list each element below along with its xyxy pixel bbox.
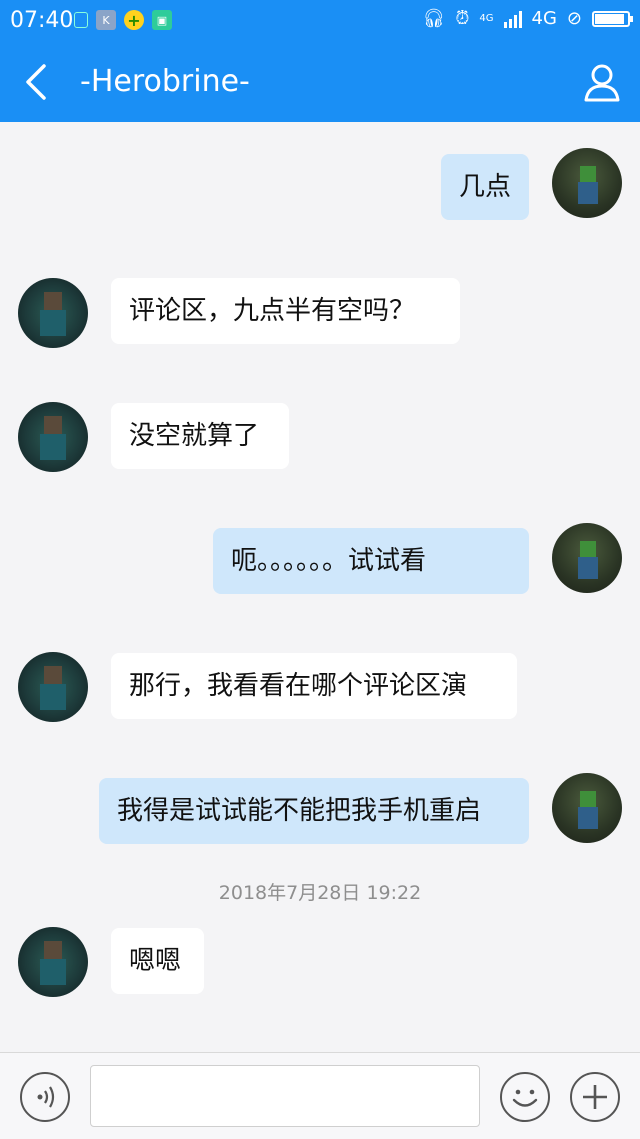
battery-icon <box>592 10 633 27</box>
chat-header: -Herobrine- <box>0 44 640 122</box>
back-arrow-icon[interactable] <box>20 62 60 102</box>
screenshot-icon: ▣ <box>152 10 172 30</box>
message-list[interactable]: 几点 评论区，九点半有空吗？ 没空就算了 呃。。。。。。试试看 那行，我看看在哪… <box>0 122 640 1052</box>
message-timestamp: 2018年7月28日 19:22 <box>218 882 422 904</box>
chat-title: -Herobrine- <box>80 64 250 99</box>
my-avatar[interactable] <box>552 523 622 593</box>
emoji-button[interactable] <box>500 1072 550 1122</box>
plus-icon <box>583 1085 607 1109</box>
plus-app-icon: + <box>124 10 144 30</box>
do-not-disturb-icon: ⊘ <box>566 8 582 29</box>
k-app-icon: K <box>96 10 116 30</box>
contact-avatar[interactable] <box>18 278 88 348</box>
small-network-label: 4G <box>479 13 494 24</box>
voice-icon <box>37 1086 55 1108</box>
system-icons: 🎧︎ ⏰︎ 4G 4G ⊘ <box>422 8 633 29</box>
message-bubble[interactable]: 我得是试试能不能把我手机重启 <box>99 778 529 844</box>
network-label: 4G <box>531 8 557 29</box>
contact-avatar[interactable] <box>18 652 88 722</box>
message-bubble[interactable]: 评论区，九点半有空吗？ <box>111 278 460 344</box>
my-avatar[interactable] <box>552 148 622 218</box>
voice-button[interactable] <box>20 1072 70 1122</box>
input-bar <box>0 1052 640 1139</box>
message-bubble[interactable]: 呃。。。。。。试试看 <box>213 528 529 594</box>
message-bubble[interactable]: 那行，我看看在哪个评论区演 <box>111 653 517 719</box>
contact-avatar[interactable] <box>18 927 88 997</box>
message-bubble[interactable]: 没空就算了 <box>111 403 289 469</box>
profile-icon[interactable] <box>582 62 622 102</box>
smiley-icon <box>512 1089 538 1107</box>
message-bubble[interactable]: 嗯嗯 <box>111 928 204 994</box>
notification-icons: K + ▣ <box>74 10 172 30</box>
contact-avatar[interactable] <box>18 402 88 472</box>
sim-icon <box>74 12 88 28</box>
status-time: 07:40 <box>10 8 74 33</box>
signal-icon <box>503 10 522 28</box>
alarm-icon: ⏰︎ <box>455 8 470 29</box>
status-bar: 07:40 K + ▣ 🎧︎ ⏰︎ 4G 4G ⊘ <box>0 0 640 44</box>
message-input[interactable] <box>90 1065 480 1127</box>
headphones-icon: 🎧︎ <box>422 8 446 29</box>
my-avatar[interactable] <box>552 773 622 843</box>
message-bubble[interactable]: 几点 <box>441 154 529 220</box>
more-button[interactable] <box>570 1072 620 1122</box>
